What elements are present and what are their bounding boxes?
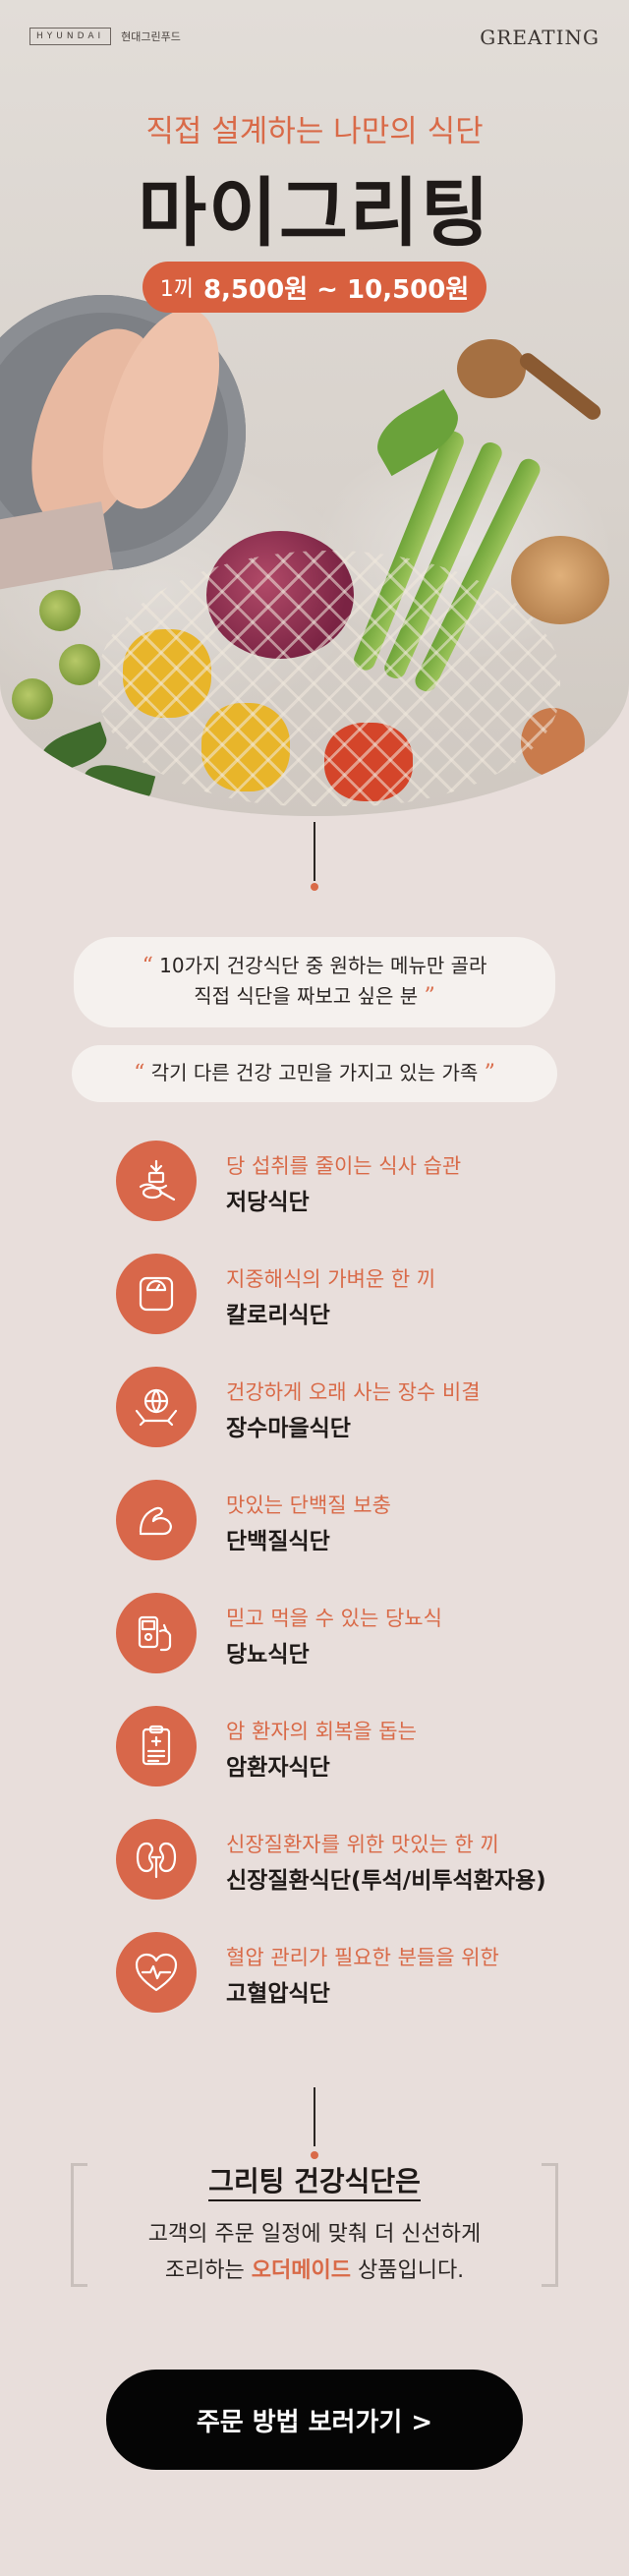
diet-description: 암 환자의 회복을 돕는 [226, 1720, 417, 1743]
scale-icon [116, 1254, 197, 1334]
summary-line: 조리하는 오더메이드 상품입니다. [0, 2253, 629, 2289]
glucose-meter-icon [116, 1593, 197, 1673]
diet-item-low-sugar[interactable]: 당 섭취를 줄이는 식사 습관 저당식단 [116, 1141, 578, 1229]
diet-item-diabetes[interactable]: 믿고 먹을 수 있는 당뇨식 당뇨식단 [116, 1593, 578, 1681]
quote-text: 직접 식단을 짜보고 싶은 분 [194, 984, 419, 1008]
quote-bubble: “ 10가지 건강식단 중 원하는 메뉴만 골라 직접 식단을 짜보고 싶은 분… [74, 937, 555, 1027]
diet-item-longevity[interactable]: 건강하게 오래 사는 장수 비결 장수마을식단 [116, 1367, 578, 1455]
brussels-sprout-image [59, 644, 100, 685]
order-guide-button[interactable]: 주문 방법 보러가기 > [106, 2370, 523, 2470]
divider-line [314, 822, 315, 881]
summary-text: 고객의 주문 일정에 맞춰 더 신선하게 조리하는 오더메이드 상품입니다. [0, 2216, 629, 2289]
price-range: 8,500원 ~ 10,500원 [202, 274, 470, 305]
diet-description: 맛있는 단백질 보충 [226, 1493, 391, 1517]
diet-name: 신장질환식단(투석/비투석환자용) [226, 1868, 546, 1894]
greating-logo[interactable]: GREATING [480, 26, 600, 49]
quote-text: 10가지 건강식단 중 원하는 메뉴만 골라 [159, 954, 487, 977]
diet-name: 단백질식단 [226, 1529, 330, 1554]
divider-dot [311, 2151, 318, 2159]
summary-line: 고객의 주문 일정에 맞춰 더 신선하게 [147, 2222, 482, 2247]
clipboard-icon [116, 1706, 197, 1786]
quote-line: “ 10가지 건강식단 중 원하는 메뉴만 골라 [74, 951, 555, 981]
diet-name: 당뇨식단 [226, 1642, 310, 1668]
hero-section: HYUNDAI 현대그린푸드 GREATING 직접 설계하는 나만의 식단 마… [0, 0, 629, 816]
price-badge: 1끼 8,500원 ~ 10,500원 [143, 262, 486, 313]
diet-description: 신장질환자를 위한 맛있는 한 끼 [226, 1833, 499, 1856]
diet-name: 암환자식단 [226, 1755, 330, 1781]
globe-hands-icon [116, 1367, 197, 1447]
diet-item-cancer[interactable]: 암 환자의 회복을 돕는 암환자식단 [116, 1706, 578, 1794]
hero-subtitle: 직접 설계하는 나만의 식단 [145, 114, 484, 149]
mesh-bag-image [98, 551, 560, 806]
summary-text-part: 조리하는 [164, 2258, 252, 2283]
hyundai-wordmark: HYUNDAI [29, 28, 112, 45]
muscle-arm-icon [116, 1480, 197, 1560]
summary-title: 그리팅 건강식단은 [0, 2160, 629, 2201]
price-prefix: 1끼 [159, 277, 194, 302]
diet-description: 믿고 먹을 수 있는 당뇨식 [226, 1607, 442, 1630]
summary-title-text: 그리팅 건강식단은 [208, 2165, 421, 2201]
hyundai-greenfood-label: 현대그린푸드 [121, 30, 181, 43]
spoon-sugar-icon [116, 1141, 197, 1221]
diet-item-calorie[interactable]: 지중해식의 가벼운 한 끼 칼로리식단 [116, 1254, 578, 1342]
summary-text-part: 상품입니다. [350, 2258, 465, 2283]
hyundai-logo[interactable]: HYUNDAI 현대그린푸드 [29, 28, 181, 45]
divider-dot [311, 883, 318, 891]
diet-description: 혈압 관리가 필요한 분들을 위한 [226, 1946, 499, 1969]
divider-line [314, 2087, 315, 2146]
open-quote-mark: “ [142, 954, 153, 978]
close-quote-mark: ” [484, 1061, 495, 1085]
diet-item-kidney[interactable]: 신장질환자를 위한 맛있는 한 끼 신장질환식단(투석/비투석환자용) [116, 1819, 578, 1907]
brussels-sprout-image [39, 590, 81, 631]
grain-scoop-image [457, 339, 526, 398]
quote-text: 각기 다른 건강 고민을 가지고 있는 가족 [150, 1061, 479, 1084]
heart-pulse-icon [116, 1932, 197, 2013]
diet-name: 고혈압식단 [226, 1981, 330, 2007]
diet-description: 지중해식의 가벼운 한 끼 [226, 1267, 436, 1291]
quote-line: 직접 식단을 짜보고 싶은 분 ” [74, 981, 555, 1012]
diet-item-hypertension[interactable]: 혈압 관리가 필요한 분들을 위한 고혈압식단 [116, 1932, 578, 2020]
diet-description: 당 섭취를 줄이는 식사 습관 [226, 1154, 462, 1178]
quote-bubble: “ 각기 다른 건강 고민을 가지고 있는 가족 ” [72, 1045, 557, 1102]
page: HYUNDAI 현대그린푸드 GREATING 직접 설계하는 나만의 식단 마… [0, 0, 629, 2576]
order-made-highlight: 오더메이드 [251, 2258, 351, 2283]
diet-description: 건강하게 오래 사는 장수 비결 [226, 1380, 481, 1404]
diet-name: 장수마을식단 [226, 1416, 351, 1441]
open-quote-mark: “ [134, 1061, 145, 1085]
hero-title: 마이그리팅 [138, 169, 491, 257]
diet-name: 칼로리식단 [226, 1303, 330, 1328]
diet-name: 저당식단 [226, 1190, 310, 1215]
kidney-icon [116, 1819, 197, 1900]
diet-item-protein[interactable]: 맛있는 단백질 보충 단백질식단 [116, 1480, 578, 1568]
close-quote-mark: ” [424, 984, 435, 1009]
brussels-sprout-image [12, 678, 53, 720]
